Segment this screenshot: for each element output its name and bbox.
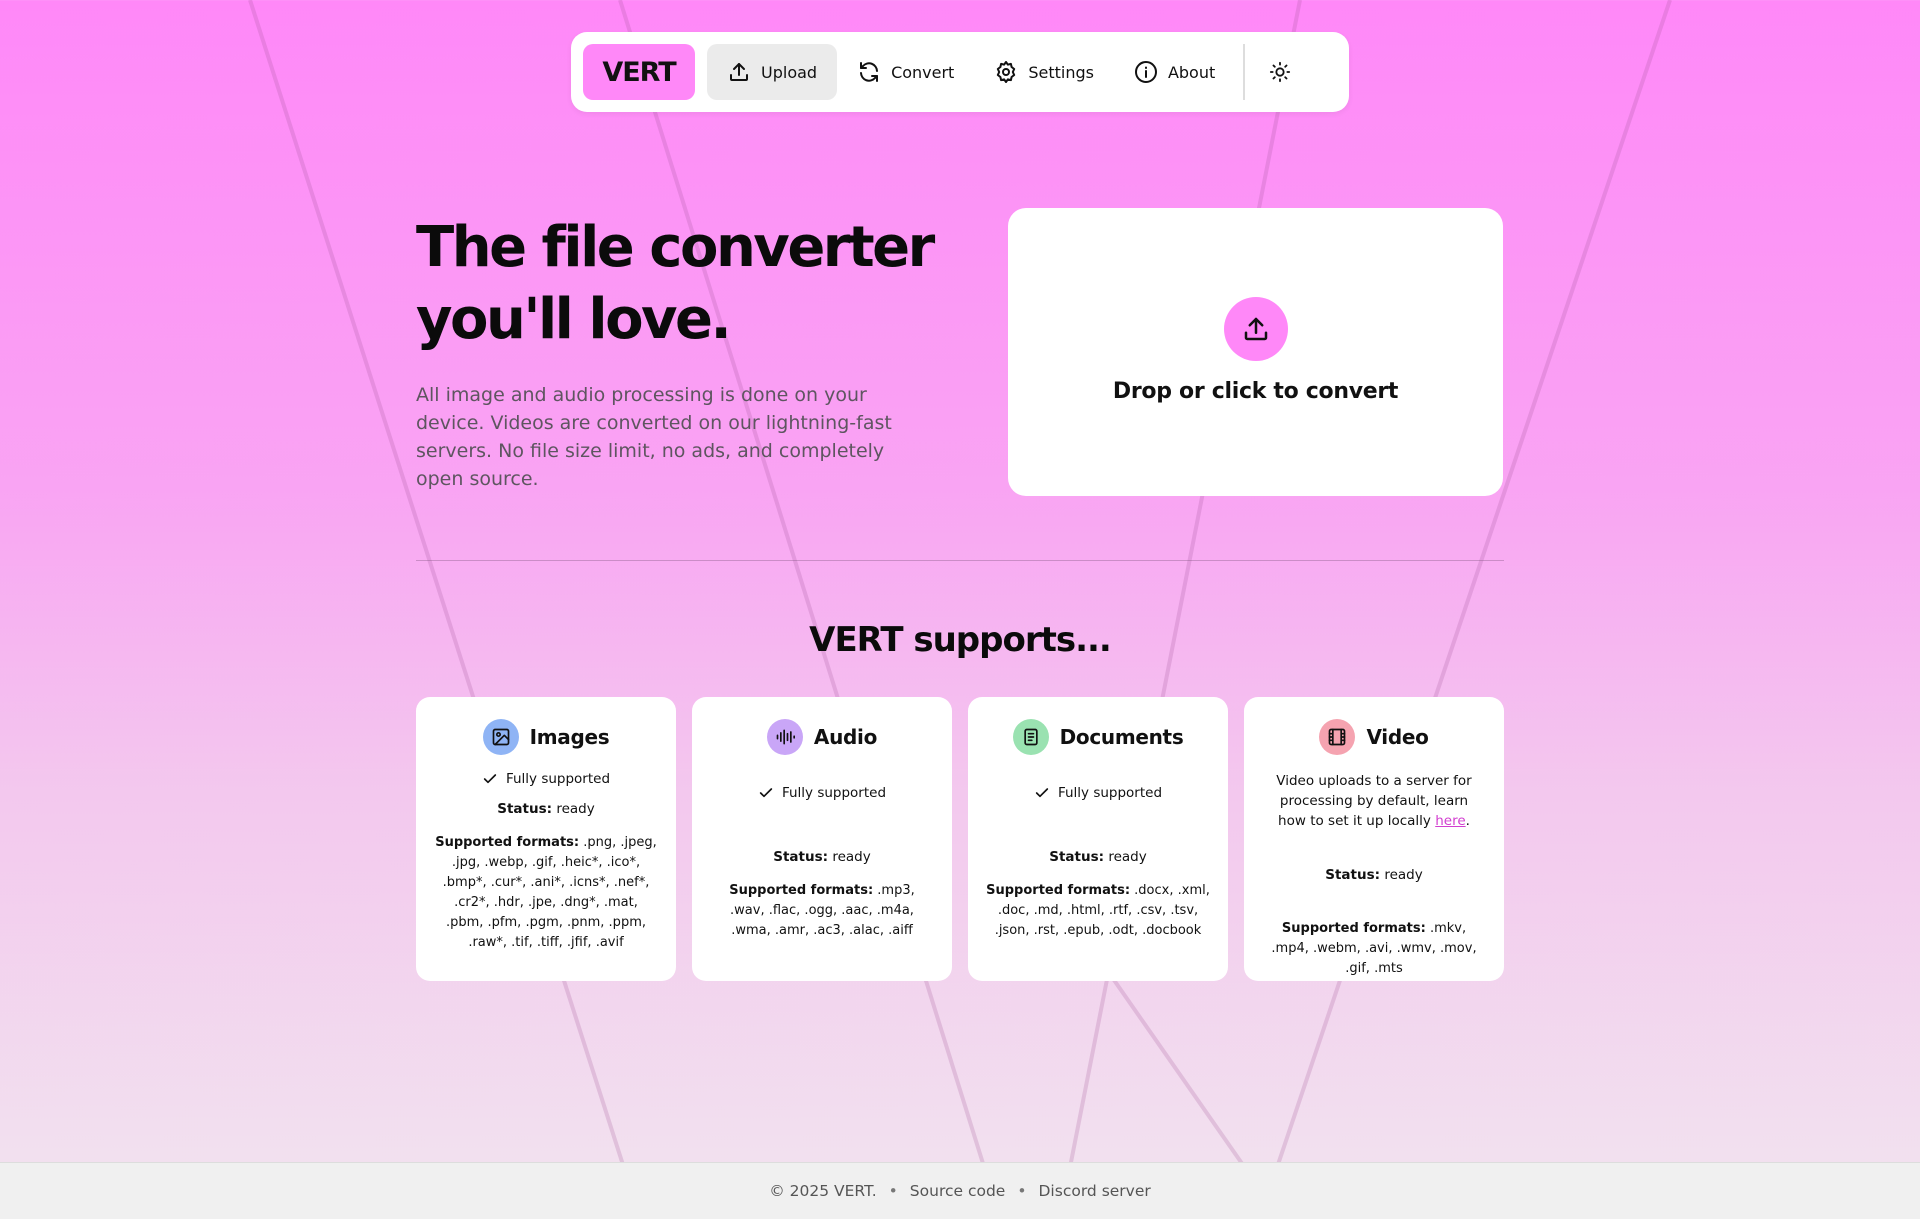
footer-separator: • xyxy=(1017,1182,1027,1200)
section-divider xyxy=(416,560,1504,561)
formats-list: .png, .jpeg, .jpg, .webp, .gif, .heic*, … xyxy=(442,835,657,950)
audio-waveform-icon xyxy=(776,729,795,745)
card-header: Video xyxy=(1262,719,1486,755)
file-dropzone[interactable]: Drop or click to convert xyxy=(1008,208,1503,496)
formats-label: Supported formats: xyxy=(435,835,580,850)
footer-separator: • xyxy=(888,1182,898,1200)
top-navigation: VERT Upload Convert Settings About xyxy=(571,32,1349,112)
nav-upload-label: Upload xyxy=(761,62,818,82)
support-line: Fully supported xyxy=(986,785,1210,801)
source-code-link[interactable]: Source code xyxy=(910,1182,1006,1200)
vert-logo[interactable]: VERT xyxy=(583,44,695,100)
hero-title-line2: you'll love. xyxy=(416,287,732,352)
hero-title: The file converter you'll love. xyxy=(416,212,936,356)
status-label: Status: xyxy=(1325,867,1381,883)
support-text: Fully supported xyxy=(505,771,611,787)
card-header: Audio xyxy=(710,719,934,755)
support-text: Fully supported xyxy=(781,785,887,801)
gear-icon xyxy=(997,61,1016,83)
refresh-icon xyxy=(860,62,879,82)
hero-description: All image and audio processing is done o… xyxy=(416,384,892,490)
formats-line: Supported formats: .docx, .xml, .doc, .m… xyxy=(986,881,1210,941)
formats-label: Supported formats: xyxy=(729,883,874,898)
sun-icon xyxy=(1270,61,1291,83)
page-footer: © 2025 VERT. • Source code • Discord ser… xyxy=(0,1162,1920,1219)
status-label: Status: xyxy=(773,849,829,865)
status-value: ready xyxy=(832,849,871,865)
card-title: Images xyxy=(529,725,610,749)
discord-server-link[interactable]: Discord server xyxy=(1039,1182,1151,1200)
setup-locally-link[interactable]: here xyxy=(1435,813,1465,829)
support-text: Fully supported xyxy=(1057,785,1163,801)
status-label: Status: xyxy=(497,801,553,817)
card-icon-circle xyxy=(1319,719,1356,755)
format-cards: Images Fully supported Status: ready Sup… xyxy=(416,697,1504,981)
card-title: Video xyxy=(1366,725,1429,749)
nav-about-label: About xyxy=(1167,62,1216,82)
check-icon xyxy=(1035,788,1049,798)
nav-upload[interactable]: Upload xyxy=(707,44,838,100)
upload-icon xyxy=(1244,317,1267,340)
film-icon xyxy=(1329,728,1346,746)
copyright-text: © 2025 VERT. xyxy=(769,1182,877,1200)
documents-card: Documents Fully supported Status: ready … xyxy=(968,697,1228,981)
dropzone-icon-circle xyxy=(1223,296,1288,361)
formats-line: Supported formats: .png, .jpeg, .jpg, .w… xyxy=(434,833,658,953)
support-line: Fully supported xyxy=(434,771,658,787)
info-icon xyxy=(1134,61,1157,83)
dropzone-label: Drop or click to convert xyxy=(1112,378,1399,404)
check-icon xyxy=(759,788,773,798)
upload-icon xyxy=(730,63,748,81)
audio-card: Audio Fully supported Status: ready Supp… xyxy=(692,697,952,981)
video-note: Video uploads to a server for processing… xyxy=(1262,771,1486,831)
video-note-end: . xyxy=(1465,813,1470,829)
status-line: Status: ready xyxy=(986,849,1210,865)
video-card: Video Video uploads to a server for proc… xyxy=(1244,697,1504,981)
theme-toggle-button[interactable] xyxy=(1255,44,1305,100)
status-line: Status: ready xyxy=(1262,867,1486,883)
nav-convert-label: Convert xyxy=(891,62,955,82)
status-value: ready xyxy=(556,801,595,817)
status-value: ready xyxy=(1108,849,1147,865)
nav-settings-label: Settings xyxy=(1028,62,1094,82)
status-line: Status: ready xyxy=(434,801,658,817)
images-card: Images Fully supported Status: ready Sup… xyxy=(416,697,676,981)
status-label: Status: xyxy=(1049,849,1105,865)
background-decoration xyxy=(248,0,1672,1218)
check-icon xyxy=(483,774,497,784)
card-icon-circle xyxy=(1012,719,1049,755)
formats-line: Supported formats: .mp3, .wav, .flac, .o… xyxy=(710,881,934,941)
image-icon xyxy=(492,728,509,746)
status-value: ready xyxy=(1384,867,1423,883)
card-icon-circle xyxy=(766,719,803,755)
support-line: Fully supported xyxy=(710,785,934,801)
nav-settings[interactable]: Settings xyxy=(974,44,1114,100)
card-title: Documents xyxy=(1059,725,1184,749)
formats-line: Supported formats: .mkv, .mp4, .webm, .a… xyxy=(1262,919,1486,979)
card-header: Images xyxy=(434,719,658,755)
nav-divider xyxy=(1243,44,1246,100)
formats-label: Supported formats: xyxy=(986,883,1131,898)
nav-convert[interactable]: Convert xyxy=(837,44,974,100)
status-line: Status: ready xyxy=(710,849,934,865)
formats-label: Supported formats: xyxy=(1281,921,1426,936)
document-icon xyxy=(1023,728,1038,746)
card-header: Documents xyxy=(986,719,1210,755)
nav-about[interactable]: About xyxy=(1114,44,1235,100)
card-icon-circle xyxy=(482,719,519,755)
card-title: Audio xyxy=(813,725,878,749)
hero-title-line1: The file converter xyxy=(416,215,935,280)
supports-heading: VERT supports... xyxy=(809,620,1112,660)
